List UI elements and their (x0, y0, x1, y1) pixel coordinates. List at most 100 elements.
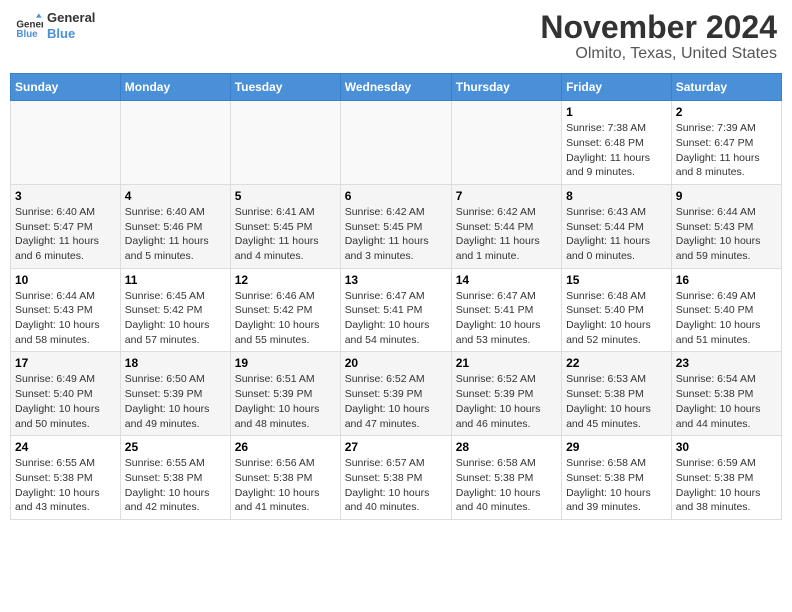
day-info: Sunrise: 6:42 AM Sunset: 5:45 PM Dayligh… (345, 205, 447, 264)
calendar-cell: 10 Sunrise: 6:44 AM Sunset: 5:43 PM Dayli… (11, 268, 121, 352)
page-title: November 2024 (540, 10, 777, 45)
calendar-header-row: SundayMondayTuesdayWednesdayThursdayFrid… (11, 74, 782, 101)
calendar-cell: 29 Sunrise: 6:58 AM Sunset: 5:38 PM Dayli… (562, 436, 672, 520)
day-info: Sunrise: 6:44 AM Sunset: 5:43 PM Dayligh… (676, 205, 777, 264)
logo-text: General Blue (47, 10, 95, 41)
day-info: Sunrise: 6:58 AM Sunset: 5:38 PM Dayligh… (566, 456, 667, 515)
day-number: 1 (566, 105, 667, 119)
calendar-cell: 5 Sunrise: 6:41 AM Sunset: 5:45 PM Daylig… (230, 184, 340, 268)
calendar-cell: 24 Sunrise: 6:55 AM Sunset: 5:38 PM Dayli… (11, 436, 121, 520)
day-number: 21 (456, 356, 557, 370)
day-number: 4 (125, 189, 226, 203)
day-info: Sunrise: 7:39 AM Sunset: 6:47 PM Dayligh… (676, 121, 777, 180)
day-info: Sunrise: 6:41 AM Sunset: 5:45 PM Dayligh… (235, 205, 336, 264)
day-info: Sunrise: 6:58 AM Sunset: 5:38 PM Dayligh… (456, 456, 557, 515)
day-number: 12 (235, 273, 336, 287)
calendar-cell (230, 101, 340, 185)
day-info: Sunrise: 6:46 AM Sunset: 5:42 PM Dayligh… (235, 289, 336, 348)
day-number: 3 (15, 189, 116, 203)
calendar-cell (451, 101, 561, 185)
calendar-cell: 16Sunrise: 6:49 AM Sunset: 5:40 PM Dayli… (671, 268, 781, 352)
title-section: November 2024 Olmito, Texas, United Stat… (540, 10, 777, 63)
calendar-cell: 15 Sunrise: 6:48 AM Sunset: 5:40 PM Dayli… (562, 268, 672, 352)
logo-line1: General (47, 10, 95, 26)
calendar-cell: 4 Sunrise: 6:40 AM Sunset: 5:46 PM Daylig… (120, 184, 230, 268)
calendar-cell: 3 Sunrise: 6:40 AM Sunset: 5:47 PM Daylig… (11, 184, 121, 268)
day-number: 19 (235, 356, 336, 370)
day-number: 24 (15, 440, 116, 454)
calendar-table: SundayMondayTuesdayWednesdayThursdayFrid… (10, 73, 782, 520)
col-header-thursday: Thursday (451, 74, 561, 101)
day-info: Sunrise: 6:57 AM Sunset: 5:38 PM Dayligh… (345, 456, 447, 515)
day-info: Sunrise: 6:50 AM Sunset: 5:39 PM Dayligh… (125, 372, 226, 431)
day-number: 26 (235, 440, 336, 454)
day-number: 10 (15, 273, 116, 287)
day-number: 20 (345, 356, 447, 370)
day-number: 5 (235, 189, 336, 203)
calendar-cell: 8Sunrise: 6:43 AM Sunset: 5:44 PM Daylig… (562, 184, 672, 268)
calendar-cell: 27 Sunrise: 6:57 AM Sunset: 5:38 PM Dayli… (340, 436, 451, 520)
col-header-saturday: Saturday (671, 74, 781, 101)
calendar-cell: 23 Sunrise: 6:54 AM Sunset: 5:38 PM Dayli… (671, 352, 781, 436)
calendar-cell: 11 Sunrise: 6:45 AM Sunset: 5:42 PM Dayli… (120, 268, 230, 352)
col-header-monday: Monday (120, 74, 230, 101)
day-info: Sunrise: 6:47 AM Sunset: 5:41 PM Dayligh… (456, 289, 557, 348)
calendar-week-2: 3 Sunrise: 6:40 AM Sunset: 5:47 PM Daylig… (11, 184, 782, 268)
day-number: 18 (125, 356, 226, 370)
day-info: Sunrise: 6:56 AM Sunset: 5:38 PM Dayligh… (235, 456, 336, 515)
day-number: 15 (566, 273, 667, 287)
day-info: Sunrise: 6:51 AM Sunset: 5:39 PM Dayligh… (235, 372, 336, 431)
page-header: General Blue General Blue November 2024 … (10, 10, 782, 63)
day-info: Sunrise: 6:54 AM Sunset: 5:38 PM Dayligh… (676, 372, 777, 431)
calendar-week-4: 17 Sunrise: 6:49 AM Sunset: 5:40 PM Dayli… (11, 352, 782, 436)
logo: General Blue General Blue (15, 10, 95, 41)
calendar-cell: 20Sunrise: 6:52 AM Sunset: 5:39 PM Dayli… (340, 352, 451, 436)
day-number: 25 (125, 440, 226, 454)
day-info: Sunrise: 7:38 AM Sunset: 6:48 PM Dayligh… (566, 121, 667, 180)
day-number: 7 (456, 189, 557, 203)
calendar-cell (11, 101, 121, 185)
calendar-cell: 26 Sunrise: 6:56 AM Sunset: 5:38 PM Dayli… (230, 436, 340, 520)
day-number: 23 (676, 356, 777, 370)
day-info: Sunrise: 6:52 AM Sunset: 5:39 PM Dayligh… (456, 372, 557, 431)
calendar-cell (340, 101, 451, 185)
calendar-cell: 30Sunrise: 6:59 AM Sunset: 5:38 PM Dayli… (671, 436, 781, 520)
col-header-sunday: Sunday (11, 74, 121, 101)
day-number: 6 (345, 189, 447, 203)
calendar-cell: 17 Sunrise: 6:49 AM Sunset: 5:40 PM Dayli… (11, 352, 121, 436)
day-info: Sunrise: 6:40 AM Sunset: 5:46 PM Dayligh… (125, 205, 226, 264)
day-number: 29 (566, 440, 667, 454)
calendar-cell: 13Sunrise: 6:47 AM Sunset: 5:41 PM Dayli… (340, 268, 451, 352)
calendar-cell: 9Sunrise: 6:44 AM Sunset: 5:43 PM Daylig… (671, 184, 781, 268)
calendar-cell: 6 Sunrise: 6:42 AM Sunset: 5:45 PM Daylig… (340, 184, 451, 268)
day-info: Sunrise: 6:45 AM Sunset: 5:42 PM Dayligh… (125, 289, 226, 348)
day-number: 28 (456, 440, 557, 454)
day-number: 27 (345, 440, 447, 454)
calendar-cell: 21 Sunrise: 6:52 AM Sunset: 5:39 PM Dayli… (451, 352, 561, 436)
day-info: Sunrise: 6:40 AM Sunset: 5:47 PM Dayligh… (15, 205, 116, 264)
logo-icon: General Blue (15, 12, 43, 40)
day-number: 2 (676, 105, 777, 119)
calendar-week-3: 10 Sunrise: 6:44 AM Sunset: 5:43 PM Dayli… (11, 268, 782, 352)
col-header-tuesday: Tuesday (230, 74, 340, 101)
day-info: Sunrise: 6:48 AM Sunset: 5:40 PM Dayligh… (566, 289, 667, 348)
day-info: Sunrise: 6:53 AM Sunset: 5:38 PM Dayligh… (566, 372, 667, 431)
day-number: 17 (15, 356, 116, 370)
day-info: Sunrise: 6:44 AM Sunset: 5:43 PM Dayligh… (15, 289, 116, 348)
day-number: 14 (456, 273, 557, 287)
logo-line2: Blue (47, 26, 95, 42)
day-number: 11 (125, 273, 226, 287)
day-info: Sunrise: 6:42 AM Sunset: 5:44 PM Dayligh… (456, 205, 557, 264)
calendar-cell: 25Sunrise: 6:55 AM Sunset: 5:38 PM Dayli… (120, 436, 230, 520)
day-info: Sunrise: 6:47 AM Sunset: 5:41 PM Dayligh… (345, 289, 447, 348)
day-info: Sunrise: 6:55 AM Sunset: 5:38 PM Dayligh… (15, 456, 116, 515)
day-info: Sunrise: 6:49 AM Sunset: 5:40 PM Dayligh… (15, 372, 116, 431)
svg-text:Blue: Blue (16, 29, 38, 40)
calendar-cell: 1 Sunrise: 7:38 AM Sunset: 6:48 PM Daylig… (562, 101, 672, 185)
calendar-cell: 7 Sunrise: 6:42 AM Sunset: 5:44 PM Daylig… (451, 184, 561, 268)
calendar-cell: 14 Sunrise: 6:47 AM Sunset: 5:41 PM Dayli… (451, 268, 561, 352)
day-number: 22 (566, 356, 667, 370)
calendar-cell: 2 Sunrise: 7:39 AM Sunset: 6:47 PM Daylig… (671, 101, 781, 185)
calendar-cell: 18 Sunrise: 6:50 AM Sunset: 5:39 PM Dayli… (120, 352, 230, 436)
day-info: Sunrise: 6:59 AM Sunset: 5:38 PM Dayligh… (676, 456, 777, 515)
